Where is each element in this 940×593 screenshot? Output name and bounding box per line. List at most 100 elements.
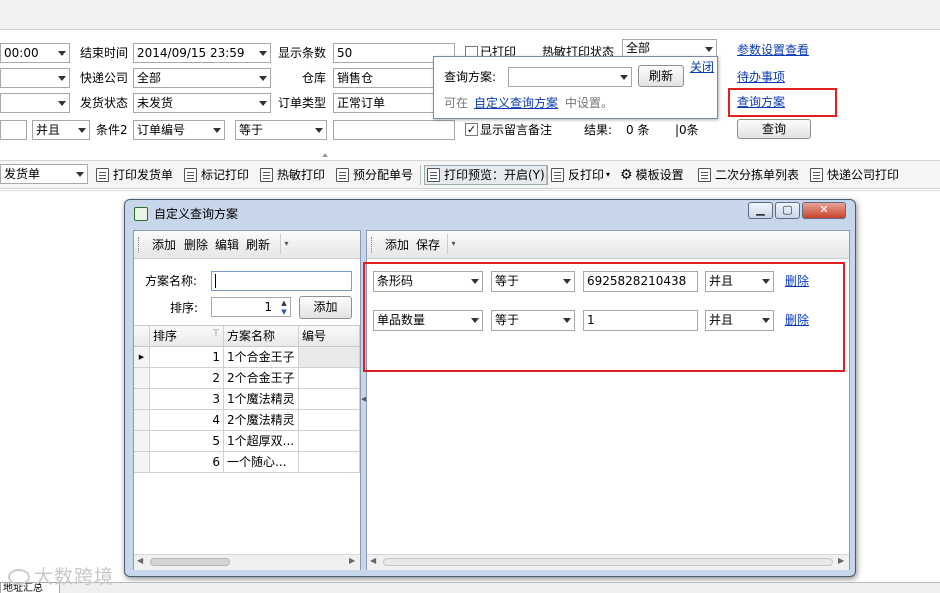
reverse-print-label: 反打印 xyxy=(568,168,605,182)
end-time-combo[interactable]: 2014/09/15 23:59 xyxy=(133,43,271,63)
scroll-right-icon[interactable]: ▶ xyxy=(838,556,844,565)
table-row[interactable]: 2 2个合金王子 xyxy=(134,368,360,389)
print-invoice-button[interactable]: 打印发货单 xyxy=(96,166,173,184)
mark-print-button[interactable]: 标记打印 xyxy=(184,166,249,184)
scroll-left-icon[interactable]: ◀ xyxy=(137,556,143,565)
sort-label: 排序: xyxy=(170,301,199,315)
cell-name: 1个超厚双... xyxy=(224,431,299,452)
scheme-grid: 排序 ⊤ 方案名称 编号 ▶ 1 1个合金王子 2 2个合金王子 3 1个魔法精灵 4 2个魔法精… xyxy=(134,325,360,557)
document-icon xyxy=(336,168,349,182)
scheme-name-label: 方案名称: xyxy=(145,274,198,288)
thermal-status-combo[interactable]: 全部 xyxy=(622,39,717,57)
row-indicator-header xyxy=(134,326,150,347)
reverse-print-button[interactable]: 反打印 ▾ xyxy=(551,166,610,184)
popup-custom-scheme-link[interactable]: 自定义查询方案 xyxy=(474,93,558,113)
left-refresh-button[interactable]: 刷新 xyxy=(246,236,270,253)
cell-code xyxy=(299,347,360,368)
second-sort-list-label: 二次分拣单列表 xyxy=(715,168,800,182)
cond2-op-value: 等于 xyxy=(239,123,264,137)
custom-query-scheme-dialog: 自定义查询方案 ▁ ▢ ✕ 添加 删除 编辑 刷新 ▾ 方案名称: 排序: 1 … xyxy=(124,199,856,577)
chevron-down-icon xyxy=(58,76,66,81)
result-label: 结果: xyxy=(584,123,613,137)
params-link[interactable]: 参数设置查看 xyxy=(737,40,809,60)
scheme-name-input[interactable] xyxy=(211,271,352,291)
spin-down-icon[interactable]: ▼ xyxy=(278,307,290,317)
thermal-status-value: 全部 xyxy=(626,41,651,55)
table-row[interactable]: ▶ 1 1个合金王子 xyxy=(134,347,360,368)
express-value: 全部 xyxy=(137,71,162,85)
row-indicator[interactable] xyxy=(134,389,150,410)
conditions-panel: 添加 保存 ▾ 条形码 等于 6925828210438 并且 删除 单品数量 等于 1 并且删… xyxy=(363,230,850,570)
cond2-field-combo[interactable]: 订单编号 xyxy=(133,120,225,140)
filter-icon[interactable]: ⊤ xyxy=(212,326,220,344)
splitter-grip-icon[interactable] xyxy=(322,153,328,157)
start-time-combo[interactable]: 00:00 xyxy=(0,43,70,63)
warehouse-combo[interactable]: 销售仓 xyxy=(333,68,435,88)
table-row[interactable]: 4 2个魔法精灵 xyxy=(134,410,360,431)
dialog-title-bar[interactable]: 自定义查询方案 ▁ ▢ ✕ xyxy=(125,200,855,228)
row-indicator[interactable] xyxy=(134,452,150,473)
left-add-button[interactable]: 添加 xyxy=(152,236,176,253)
scroll-left-icon[interactable]: ◀ xyxy=(370,556,376,565)
close-icon[interactable]: ✕ xyxy=(802,202,846,219)
document-icon xyxy=(551,168,564,182)
header-name[interactable]: 方案名称 xyxy=(224,326,299,347)
right-save-button[interactable]: 保存 xyxy=(416,236,440,253)
ship-status-label: 发货状态 xyxy=(80,96,129,110)
row-indicator[interactable] xyxy=(134,368,150,389)
header-code[interactable]: 编号 xyxy=(299,326,360,347)
preassign-number-button[interactable]: 预分配单号 xyxy=(336,166,413,184)
show-msg-label: 显示留言备注 xyxy=(480,123,553,137)
cond2-value-input[interactable] xyxy=(333,120,455,140)
todo-link[interactable]: 待办事项 xyxy=(737,67,785,87)
template-settings-button[interactable]: ⚙ 模板设置 xyxy=(620,166,684,184)
header-sort[interactable]: 排序 ⊤ xyxy=(150,326,224,347)
scroll-thumb[interactable] xyxy=(383,558,833,566)
row-indicator[interactable] xyxy=(134,410,150,431)
right-add-button[interactable]: 添加 xyxy=(385,236,409,253)
print-preview-label: 打印预览：开启(Y) xyxy=(444,168,545,182)
order-type-combo[interactable]: 正常订单 xyxy=(333,93,435,113)
popup-scheme-combo[interactable] xyxy=(508,67,632,87)
print-preview-toggle[interactable]: 打印预览：开启(Y) xyxy=(424,165,548,185)
second-sort-list-button[interactable]: 二次分拣单列表 xyxy=(698,166,799,184)
row-indicator[interactable]: ▶ xyxy=(134,347,150,368)
gear-icon: ⚙ xyxy=(620,167,633,183)
document-icon xyxy=(184,168,197,182)
popup-refresh-button[interactable]: 刷新 xyxy=(638,65,684,87)
chevron-down-icon xyxy=(705,47,713,52)
left-edit-button[interactable]: 编辑 xyxy=(215,236,239,253)
row-indicator[interactable] xyxy=(134,431,150,452)
left-delete-button[interactable]: 删除 xyxy=(184,236,208,253)
minimize-icon[interactable]: ▁ xyxy=(748,202,773,219)
query-button[interactable]: 查询 xyxy=(737,119,811,139)
highlight-box-scheme-link xyxy=(728,88,837,117)
table-row[interactable]: 3 1个魔法精灵 xyxy=(134,389,360,410)
add-scheme-button[interactable]: 添加 xyxy=(299,296,352,319)
ship-status-combo[interactable]: 未发货 xyxy=(133,93,271,113)
cond1-value-input[interactable] xyxy=(0,120,27,140)
popup-close-link[interactable]: 关闭 xyxy=(690,57,714,77)
express-combo[interactable]: 全部 xyxy=(133,68,271,88)
cell-sort: 3 xyxy=(150,389,224,410)
scroll-right-icon[interactable]: ▶ xyxy=(349,556,355,565)
row2-left-combo[interactable] xyxy=(0,68,70,88)
show-msg-checkbox[interactable]: ✓ xyxy=(465,123,478,136)
left-horizontal-scrollbar[interactable]: ◀ ▶ xyxy=(134,554,360,570)
express-print-button[interactable]: 快递公司打印 xyxy=(810,166,899,184)
chevron-down-icon[interactable]: ▾ xyxy=(280,234,292,254)
popup-hint-prefix: 可在 xyxy=(444,96,469,110)
chevron-down-icon[interactable]: ▾ xyxy=(447,234,459,254)
scroll-thumb[interactable] xyxy=(150,558,230,566)
chevron-down-icon: ▾ xyxy=(606,170,611,179)
display-count-label: 显示条数 xyxy=(278,46,327,60)
logic-combo[interactable]: 并且 xyxy=(32,120,90,140)
table-row[interactable]: 5 1个超厚双... xyxy=(134,431,360,452)
table-row[interactable]: 6 一个随心... xyxy=(134,452,360,473)
doc-type-combo[interactable]: 发货单 xyxy=(0,164,88,184)
maximize-icon[interactable]: ▢ xyxy=(775,202,800,219)
row3-left-combo[interactable] xyxy=(0,93,70,113)
cond2-op-combo[interactable]: 等于 xyxy=(235,120,327,140)
thermal-print-button[interactable]: 热敏打印 xyxy=(260,166,325,184)
right-horizontal-scrollbar[interactable]: ◀ ▶ xyxy=(367,554,849,570)
